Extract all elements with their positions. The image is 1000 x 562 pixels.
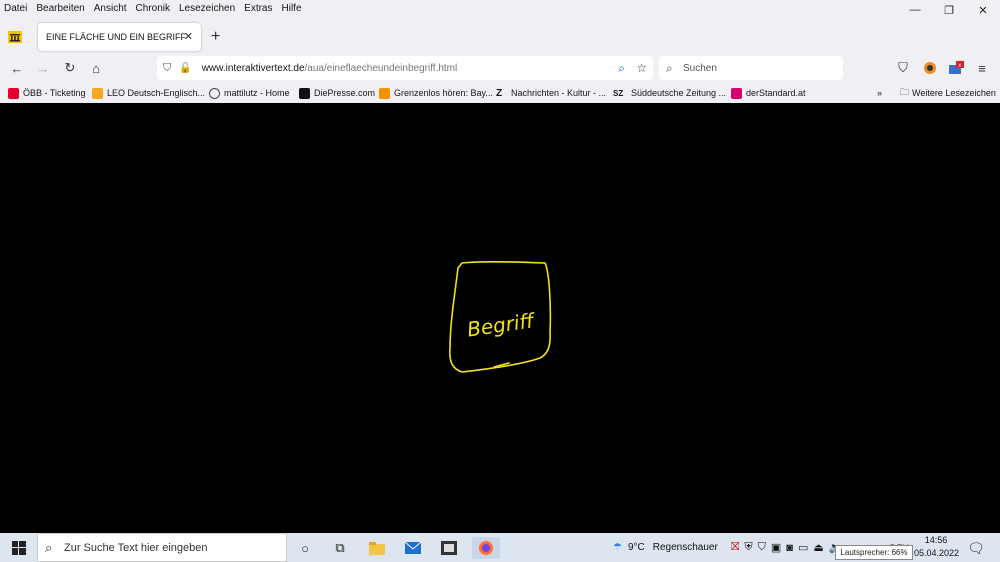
globe-icon [209, 87, 220, 99]
menu-extras[interactable]: Extras [244, 3, 272, 14]
forward-icon[interactable]: → [34, 59, 52, 77]
bookmark-label: LEO Deutsch-Englisch... [107, 88, 206, 98]
file-explorer-icon[interactable] [366, 537, 388, 559]
weather-temp: 9°C [627, 542, 645, 553]
bookmark-leo[interactable]: LEO Deutsch-Englisch... [92, 86, 205, 100]
oebb-favicon-icon [8, 87, 19, 99]
bookmark-zeit[interactable]: Z Nachrichten - Kultur - ... [496, 86, 606, 100]
bookmark-label: Süddeutsche Zeitung ... [631, 88, 727, 98]
bookmark-derstandard[interactable]: derStandard.at [731, 86, 806, 100]
search-placeholder: Suchen [683, 62, 717, 74]
weather-widget[interactable]: ☂ 9°C Regenschauer [613, 533, 718, 562]
derstandard-favicon-icon [731, 87, 742, 99]
site-favicon-icon[interactable] [8, 30, 22, 43]
restore-button[interactable]: ❐ [932, 0, 966, 20]
tray-badge-icon[interactable]: ⛉ [758, 541, 766, 554]
tray-camera-icon[interactable]: ◙ [786, 542, 793, 554]
menu-bar: Datei Bearbeiten Ansicht Chronik Lesezei… [0, 0, 1000, 16]
bookmark-oebb[interactable]: ÖBB - Ticketing [8, 86, 86, 100]
br-favicon-icon [379, 87, 390, 99]
taskbar-search-input[interactable]: ⌕ Zur Suche Text hier eingeben [37, 533, 287, 562]
search-in-url-icon[interactable]: ⌕ [618, 61, 625, 76]
sz-favicon-icon: SZ [613, 88, 624, 98]
bookmark-label: derStandard.at [746, 88, 806, 98]
menu-bearbeiten[interactable]: Bearbeiten [36, 3, 84, 14]
bookmarks-overflow-icon[interactable]: » [877, 86, 882, 100]
lock-icon[interactable]: 🔓 [179, 63, 191, 74]
task-view-icon[interactable]: ⧉ [329, 537, 351, 559]
shield-icon[interactable]: ⛉ [163, 62, 171, 75]
tray-icons: ⛝ ⛨ ⛉ ▣ ◙ ▭ ⏏ 🔈 [731, 533, 842, 562]
folder-icon: 🗀 [900, 87, 910, 97]
bookmark-mattilutz[interactable]: mattilutz - Home [209, 86, 290, 100]
tab-close-icon[interactable]: ✕ [184, 30, 193, 43]
menu-ansicht[interactable]: Ansicht [94, 3, 127, 14]
leo-favicon-icon [92, 87, 103, 99]
tray-battery-icon[interactable]: ▭ [798, 541, 808, 554]
bookmarks-bar: ÖBB - Ticketing LEO Deutsch-Englisch... … [0, 83, 1000, 103]
diepresse-favicon-icon [299, 87, 310, 99]
tab-strip: EINE FLÄCHE UND EIN BEGRIFF ✕ + [0, 20, 1000, 53]
reload-icon[interactable]: ↻ [61, 59, 79, 77]
bookmark-diepresse[interactable]: DiePresse.com [299, 86, 375, 100]
url-path: /aua/eineflaecheundeinbegriff.html [304, 62, 458, 74]
menu-hilfe[interactable]: Hilfe [282, 3, 302, 14]
pocket-icon[interactable]: ⛉ [894, 59, 912, 77]
drawn-word: Begriff [466, 308, 538, 341]
bookmark-label: Grenzenlos hören: Bay... [394, 88, 493, 98]
search-icon: ⌕ [666, 60, 673, 75]
back-icon[interactable]: ← [8, 59, 26, 77]
extension-mail-icon[interactable]: x [947, 59, 965, 77]
app-photo-icon[interactable] [438, 537, 460, 559]
zeit-favicon-icon: Z [496, 87, 503, 99]
firefox-taskbar-icon[interactable] [472, 537, 500, 559]
url-host: www.interaktivertext.de [201, 62, 305, 74]
bookmark-star-icon[interactable]: ☆ [636, 61, 647, 75]
home-icon[interactable]: ⌂ [87, 59, 105, 77]
tray-app-icon[interactable]: ⛝ [731, 541, 739, 554]
clock[interactable]: 14:56 05.04.2022 [914, 534, 960, 560]
tray-security-icon[interactable]: ⛨ [744, 541, 752, 554]
svg-text:x: x [958, 62, 962, 69]
bookmark-label: Nachrichten - Kultur - ... [511, 88, 607, 98]
url-bar[interactable]: ⛉ 🔓 www.interaktivertext.de/aua/eineflae… [157, 56, 653, 80]
other-bookmarks-label: Weitere Lesezeichen [912, 88, 996, 98]
bookmark-label: ÖBB - Ticketing [23, 88, 86, 98]
taskbar-search-placeholder: Zur Suche Text hier eingeben [64, 541, 208, 554]
volume-tooltip: Lautsprecher: 66% [835, 545, 913, 560]
weather-text: Regenschauer [652, 542, 718, 553]
window-controls: — ❐ ✕ [898, 0, 1000, 20]
account-icon[interactable] [921, 59, 939, 77]
bookmark-sueddeutsche[interactable]: SZ Süddeutsche Zeitung ... [613, 86, 726, 100]
tray-monitor-icon[interactable]: ▣ [771, 541, 781, 554]
minimize-button[interactable]: — [898, 0, 932, 20]
tab-title: EINE FLÄCHE UND EIN BEGRIFF [46, 32, 187, 42]
notification-center-icon[interactable]: 🗨 [965, 537, 987, 559]
bookmark-label: mattilutz - Home [224, 88, 290, 98]
menu-lesezeichen[interactable]: Lesezeichen [179, 3, 235, 14]
menu-chronik[interactable]: Chronik [136, 3, 170, 14]
tab-active[interactable]: EINE FLÄCHE UND EIN BEGRIFF ✕ [38, 23, 201, 51]
search-input[interactable]: ⌕ Suchen [659, 56, 843, 80]
search-icon: ⌕ [45, 539, 53, 555]
cortana-icon[interactable]: ○ [294, 537, 316, 559]
menu-datei[interactable]: Datei [4, 3, 27, 14]
new-tab-icon[interactable]: + [211, 28, 220, 46]
weather-rain-icon: ☂ [613, 542, 622, 553]
nav-bar: ← → ↻ ⌂ ⛉ 🔓 www.interaktivertext.de/aua/… [0, 53, 1000, 83]
mail-icon[interactable] [402, 537, 424, 559]
close-window-button[interactable]: ✕ [966, 0, 1000, 20]
browser-chrome: Datei Bearbeiten Ansicht Chronik Lesezei… [0, 0, 1000, 103]
other-bookmarks-folder[interactable]: 🗀 Weitere Lesezeichen [900, 86, 996, 100]
drawing-canvas[interactable]: Begriff [0, 103, 1000, 533]
tray-usb-icon[interactable]: ⏏ [813, 541, 823, 554]
windows-start-icon[interactable] [8, 537, 30, 559]
clock-time: 14:56 [924, 535, 948, 545]
bookmark-label: DiePresse.com [314, 88, 376, 98]
page-content: Begriff [0, 103, 1000, 533]
bookmark-grenzenlos[interactable]: Grenzenlos hören: Bay... [379, 86, 493, 100]
menu-hamburger-icon[interactable]: ≡ [973, 59, 991, 77]
clock-date: 05.04.2022 [914, 548, 960, 558]
